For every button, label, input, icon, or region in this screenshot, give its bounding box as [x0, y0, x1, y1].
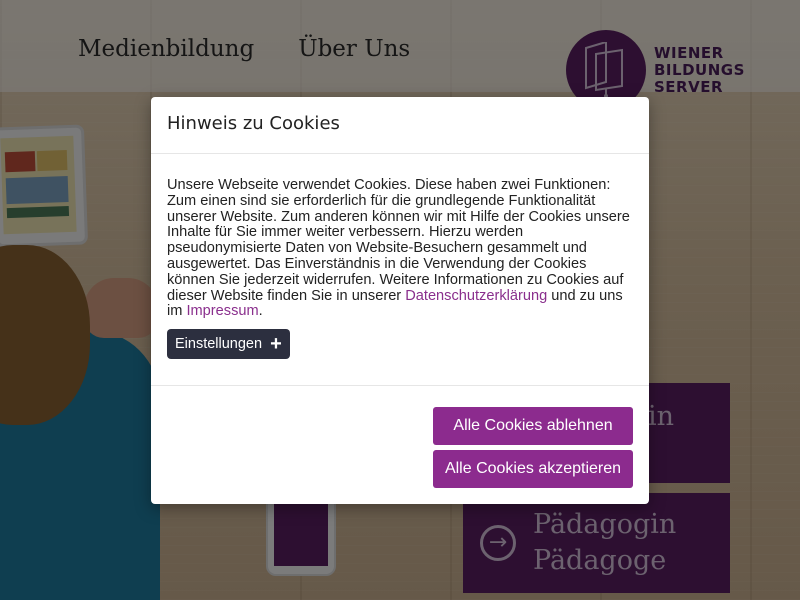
cookie-notice-text: Unsere Webseite verwendet Cookies. Diese…: [167, 177, 633, 320]
cookie-dialog: Hinweis zu Cookies Unsere Webseite verwe…: [151, 97, 649, 504]
plus-icon: +: [270, 333, 282, 356]
accept-all-cookies-button[interactable]: Alle Cookies akzeptieren: [433, 450, 633, 488]
cookie-dialog-body: Unsere Webseite verwendet Cookies. Diese…: [151, 154, 649, 386]
cookie-dialog-header: Hinweis zu Cookies: [151, 97, 649, 154]
cookie-text-end: .: [258, 303, 263, 320]
imprint-link[interactable]: Impressum: [186, 303, 258, 319]
cookie-dialog-title: Hinweis zu Cookies: [167, 113, 340, 134]
settings-button[interactable]: Einstellungen +: [167, 329, 290, 360]
privacy-policy-link[interactable]: Datenschutzerklärung: [405, 288, 547, 304]
reject-all-cookies-button[interactable]: Alle Cookies ablehnen: [433, 407, 633, 445]
cookie-text-main: Unsere Webseite verwendet Cookies. Diese…: [167, 177, 630, 304]
cookie-dialog-footer: Alle Cookies ablehnen Alle Cookies akzep…: [151, 386, 649, 504]
settings-button-label: Einstellungen: [175, 336, 263, 353]
